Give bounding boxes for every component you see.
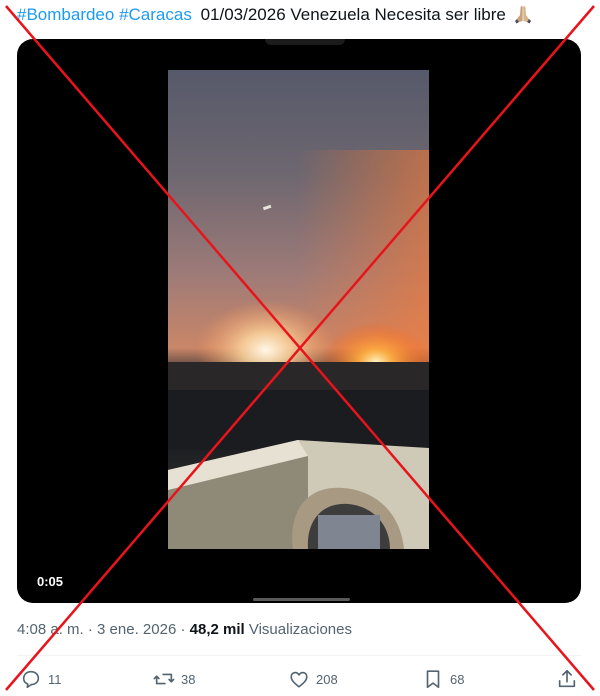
video-scrubber[interactable] xyxy=(253,598,350,601)
repost-icon xyxy=(153,673,175,685)
meta-separator: · xyxy=(180,621,186,638)
tweet-date[interactable]: 3 ene. 2026 xyxy=(97,621,176,638)
bookmark-count: 68 xyxy=(450,671,465,687)
share-icon xyxy=(558,669,576,688)
repost-count: 38 xyxy=(181,671,196,687)
tweet-time[interactable]: 4:08 a. m. xyxy=(17,621,84,638)
hashtag-caracas[interactable]: #Caracas xyxy=(119,5,192,24)
views-label: Visualizaciones xyxy=(248,621,352,638)
video-top-bar xyxy=(265,39,345,45)
action-bar: 11 38 208 68 xyxy=(20,668,590,696)
meta-separator: · xyxy=(87,621,93,638)
tweet-body: 01/03/2026 Venezuela Necesita ser libre xyxy=(200,5,506,24)
video-elapsed-time: 0:05 xyxy=(37,574,64,589)
views-count: 48,2 mil xyxy=(189,621,245,638)
folded-hands-icon xyxy=(514,6,531,24)
like-count: 208 xyxy=(316,671,338,687)
reply-icon xyxy=(22,670,40,689)
reply-count: 11 xyxy=(48,671,62,687)
video-player[interactable]: 0:05 xyxy=(17,39,581,603)
repost-button[interactable]: 38 xyxy=(153,668,195,690)
bookmark-icon xyxy=(426,670,440,689)
bookmark-button[interactable]: 68 xyxy=(422,668,464,690)
like-button[interactable]: 208 xyxy=(288,668,338,690)
video-frame[interactable] xyxy=(168,70,429,549)
reply-button[interactable]: 11 xyxy=(20,668,62,690)
hashtag-bombardeo[interactable]: #Bombardeo xyxy=(17,5,114,24)
share-button[interactable] xyxy=(556,668,584,690)
video-still xyxy=(168,150,429,549)
divider xyxy=(17,655,581,656)
tweet-text: #Bombardeo #Caracas 01/03/2026 Venezuela… xyxy=(17,4,592,26)
heart-icon xyxy=(290,671,308,688)
tweet-meta: 4:08 a. m. · 3 ene. 2026 · 48,2 mil Visu… xyxy=(17,621,352,638)
